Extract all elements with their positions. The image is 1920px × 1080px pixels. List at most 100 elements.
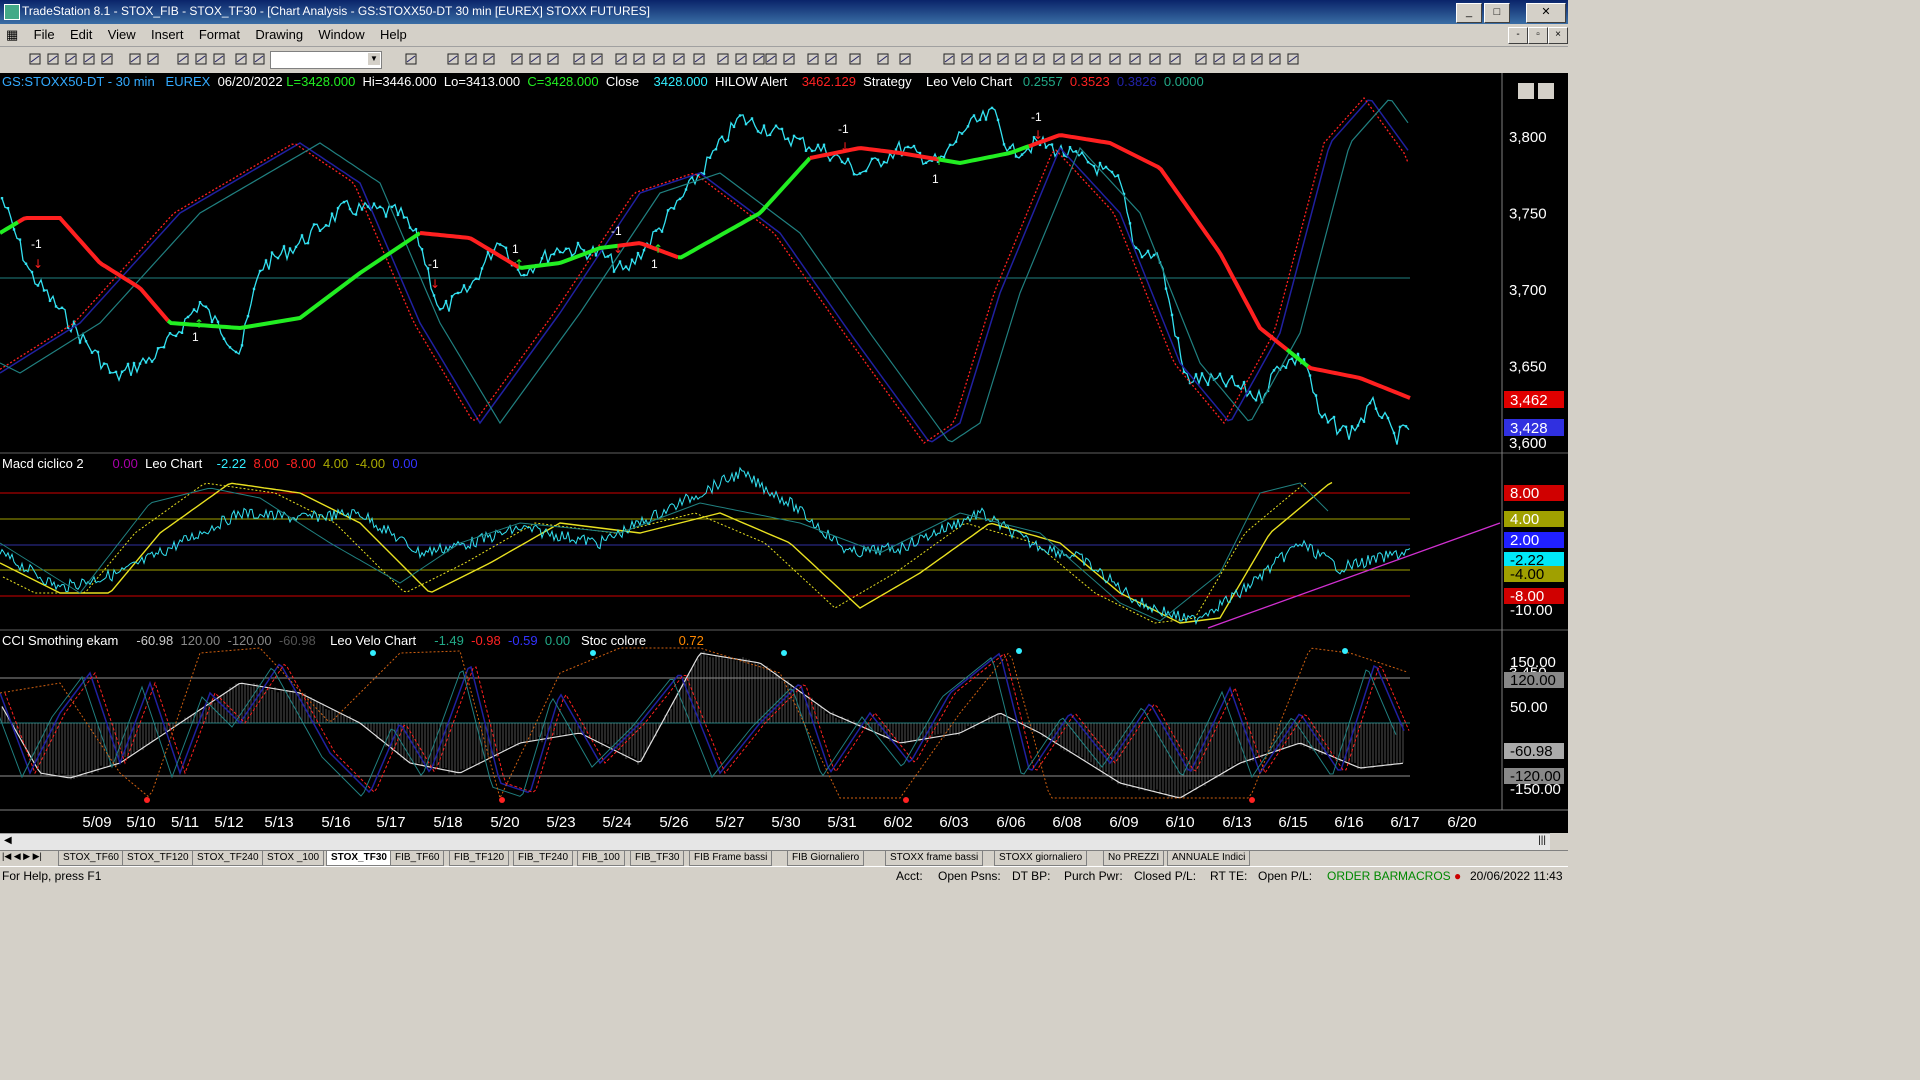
toolbar-tool-icon[interactable] [64,52,78,66]
tab-stox-100[interactable]: STOX _100 [262,851,325,866]
toolbar-tool-icon[interactable] [1148,52,1162,66]
tab-fib-tf30[interactable]: FIB_TF30 [630,851,685,866]
toolbar-tool-icon[interactable] [734,52,748,66]
chart-doc-icon[interactable]: ▦ [0,24,24,46]
toolbar-tool-icon[interactable] [632,52,646,66]
tab-stoxx-frame-bassi[interactable]: STOXX frame bassi [885,851,984,866]
toolbar-tool-icon[interactable] [692,52,706,66]
tab-stox-tf240[interactable]: STOX_TF240 [192,851,264,866]
toolbar-tool-icon[interactable] [716,52,730,66]
tab-annuale-indici[interactable]: ANNUALE Indici [1167,851,1251,866]
minimize-button[interactable]: _ [1456,3,1482,23]
mdi-restore-button[interactable]: ▫ [1528,27,1548,44]
menu-drawing[interactable]: Drawing [249,24,309,45]
menu-edit[interactable]: Edit [64,24,98,45]
toolbar-tool-icon[interactable] [1194,52,1208,66]
pane-restore-button[interactable] [1538,83,1554,99]
chart-canvas[interactable]: 3,8003,7503,7003,6503,6003,5503,5003,450… [0,73,1568,833]
toolbar-tool-icon[interactable] [1088,52,1102,66]
toolbar-tool-icon[interactable] [764,52,778,66]
tab-fib-frame-bassi[interactable]: FIB Frame bassi [689,851,773,866]
toolbar-tool-icon[interactable] [46,52,60,66]
toolbar-tool-icon[interactable] [176,52,190,66]
symbol-combo[interactable]: ▼ [270,51,382,69]
toolbar-tool-icon[interactable] [234,52,248,66]
toolbar-tool-icon[interactable] [942,52,956,66]
toolbar-tool-icon[interactable] [146,52,160,66]
chart-area[interactable]: 3,8003,7503,7003,6503,6003,5503,5003,450… [0,73,1568,833]
toolbar-tool-icon[interactable] [848,52,862,66]
toolbar-tool-icon[interactable] [1052,52,1066,66]
menu-format[interactable]: Format [193,24,246,45]
toolbar-tool-icon[interactable] [1070,52,1084,66]
menu-window[interactable]: Window [312,24,370,45]
maximize-button[interactable]: □ [1484,3,1510,23]
menu-help[interactable]: Help [374,24,413,45]
toolbar-tool-icon[interactable] [1268,52,1282,66]
toolbar-tool-icon[interactable] [782,52,796,66]
toolbar-tool-icon[interactable] [590,52,604,66]
toolbar-tool-icon[interactable] [28,52,42,66]
scroll-thumb[interactable]: ||| [1538,835,1546,846]
toolbar-tool-icon[interactable] [464,52,478,66]
toolbar-tool-icon[interactable] [482,52,496,66]
order-bar-button[interactable]: ORDER BAR [1327,869,1398,883]
toolbar-tool-icon[interactable] [652,52,666,66]
scroll-left-icon[interactable]: ◀ [4,835,12,846]
toolbar-tool-icon[interactable] [824,52,838,66]
app-icon[interactable] [4,4,20,20]
toolbar-tool-icon[interactable] [1032,52,1046,66]
macros-button[interactable]: MACROS [1398,869,1451,883]
tab-fib-tf60[interactable]: FIB_TF60 [390,851,445,866]
horizontal-scrollbar[interactable]: ◀ ||| [0,833,1550,850]
menu-view[interactable]: View [102,24,142,45]
toolbar-tool-icon[interactable] [1286,52,1300,66]
tab-stox-tf30[interactable]: STOX_TF30 [326,851,392,866]
toolbar-tool-icon[interactable] [100,52,114,66]
price-bar [354,213,358,216]
toolbar-tool-icon[interactable] [128,52,142,66]
toolbar-tool-icon[interactable] [1168,52,1182,66]
tab-fib-giornaliero[interactable]: FIB Giornaliero [787,851,865,866]
toolbar-tool-icon[interactable] [1212,52,1226,66]
toolbar-tool-icon[interactable] [194,52,208,66]
toolbar-tool-icon[interactable] [672,52,686,66]
tab-stox-tf60[interactable]: STOX_TF60 [58,851,124,866]
toolbar-tool-icon[interactable] [1232,52,1246,66]
toolbar-tool-icon[interactable] [806,52,820,66]
tab-fib-tf240[interactable]: FIB_TF240 [513,851,574,866]
pane-min-button[interactable] [1518,83,1534,99]
toolbar-tool-icon[interactable] [1108,52,1122,66]
tab-fib-tf120[interactable]: FIB_TF120 [449,851,510,866]
menu-file[interactable]: File [28,24,61,45]
toolbar-tool-icon[interactable] [252,52,266,66]
toolbar-tool-icon[interactable] [528,52,542,66]
mdi-close-button[interactable]: × [1548,27,1568,44]
mdi-minimize-button[interactable]: - [1508,27,1528,44]
tab-nav-icons[interactable]: |◀ ◀ ▶ ▶| [2,851,42,862]
toolbar-tool-icon[interactable] [404,52,418,66]
toolbar-tool-icon[interactable] [510,52,524,66]
toolbar-tool-icon[interactable] [446,52,460,66]
toolbar-tool-icon[interactable] [960,52,974,66]
toolbar-tool-icon[interactable] [546,52,560,66]
toolbar-tool-icon[interactable] [1014,52,1028,66]
toolbar-tool-icon[interactable] [898,52,912,66]
tab-no-prezzi[interactable]: No PREZZI [1103,851,1165,866]
toolbar-tool-icon[interactable] [614,52,628,66]
toolbar-tool-icon[interactable] [1250,52,1264,66]
chevron-down-icon[interactable]: ▼ [368,53,380,65]
menu-insert[interactable]: Insert [145,24,190,45]
tab-stoxx-giornaliero[interactable]: STOXX giornaliero [994,851,1088,866]
toolbar-tool-icon[interactable] [876,52,890,66]
toolbar-tool-icon[interactable] [996,52,1010,66]
close-button[interactable]: ✕ [1526,3,1566,23]
tab-stox-tf120[interactable]: STOX_TF120 [122,851,194,866]
toolbar-tool-icon[interactable] [82,52,96,66]
toolbar-tool-icon[interactable] [212,52,226,66]
toolbar-tool-icon[interactable] [1128,52,1142,66]
toolbar-tool-icon[interactable] [978,52,992,66]
toolbar-tool-icon[interactable] [572,52,586,66]
macd-axis-tick: 8.00 [1510,485,1539,502]
tab-fib-100[interactable]: FIB_100 [577,851,625,866]
